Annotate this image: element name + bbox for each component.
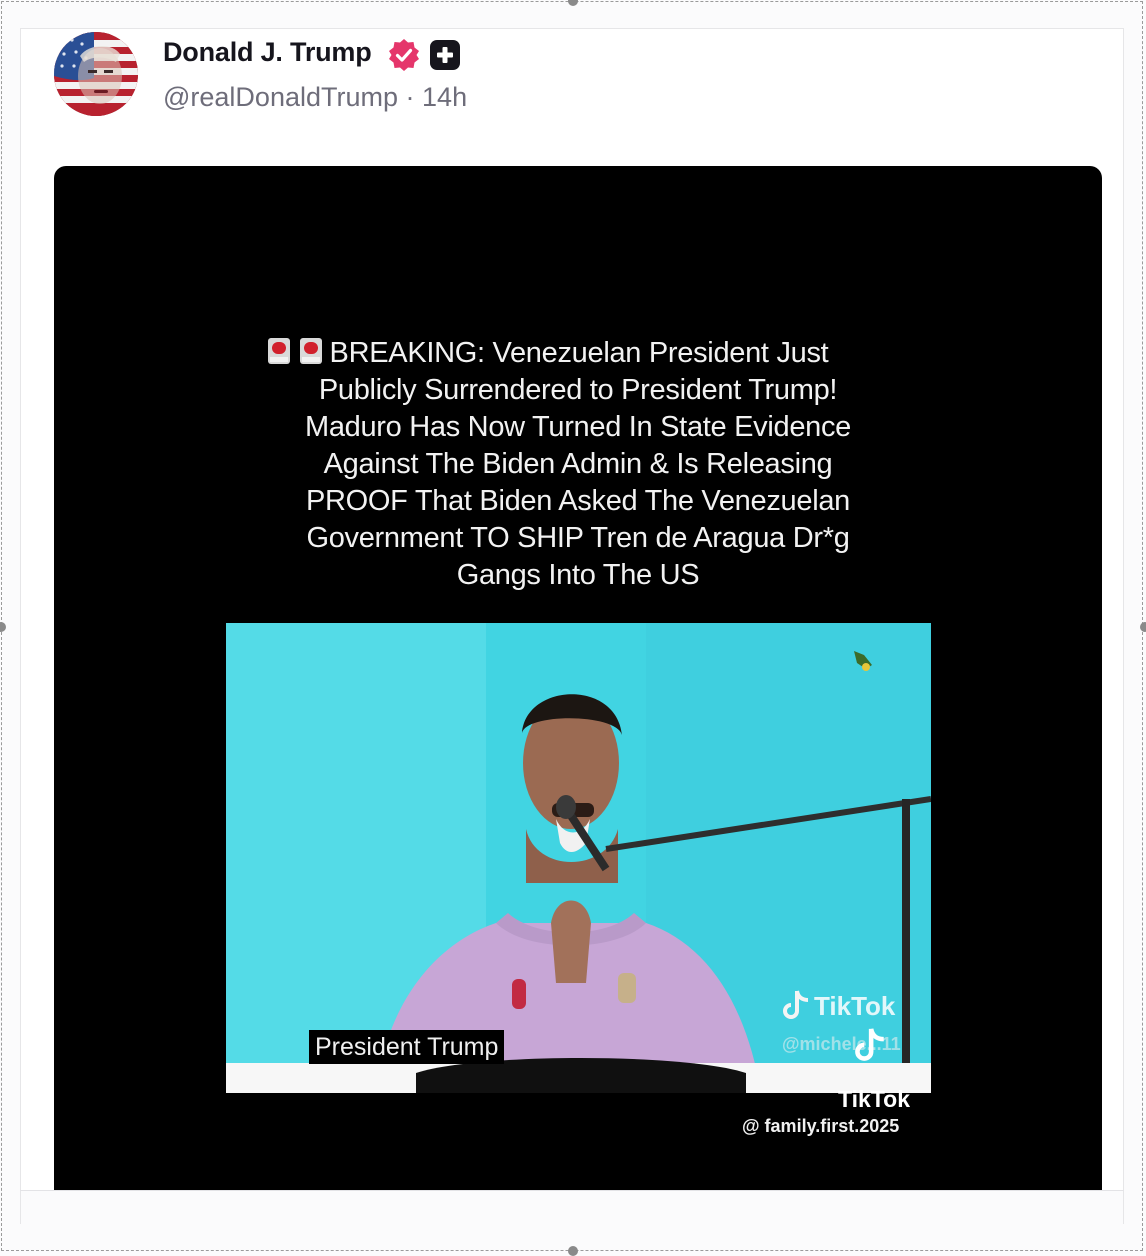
tiktok-handle: @ family.first.2025 xyxy=(742,1116,900,1136)
author-name[interactable]: Donald J. Trump xyxy=(163,37,372,68)
headline-line: Maduro Has Now Turned In State Evidence xyxy=(304,411,852,443)
video-caption: President Trump xyxy=(309,1030,505,1064)
plus-badge-icon xyxy=(430,40,460,70)
meta-separator: · xyxy=(405,82,415,112)
siren-icon xyxy=(299,338,322,364)
post-footer xyxy=(21,1191,1123,1224)
headline-line: Publicly Surrendered to President Trump! xyxy=(318,374,838,406)
tiktok-icon xyxy=(855,1028,884,1061)
resize-handle-bottom[interactable] xyxy=(568,1246,578,1256)
verified-badge-icon xyxy=(389,39,419,71)
headline-line: BREAKING: Venezuelan President Just xyxy=(265,332,891,372)
headline-line: Government TO SHIP Tren de Aragua Dr*g xyxy=(306,522,850,554)
tiktok-label: TikTok xyxy=(814,991,896,1021)
siren-icon xyxy=(267,338,290,364)
video-scene xyxy=(226,623,931,1093)
headline-line: Against The Biden Admin & Is Releasing xyxy=(323,448,833,480)
post-video[interactable]: BREAKING: Venezuelan President Just Publ… xyxy=(54,166,1102,1190)
headline-line: Gangs Into The US xyxy=(456,559,700,591)
headline-line: PROOF That Biden Asked The Venezuelan xyxy=(305,485,850,517)
author-avatar[interactable] xyxy=(54,32,138,116)
resize-handle-right[interactable] xyxy=(1140,622,1146,632)
author-handle[interactable]: @realDonaldTrump xyxy=(163,82,398,112)
post-timestamp[interactable]: 14h xyxy=(422,82,467,112)
tiktok-label: TikTok xyxy=(838,1086,910,1112)
video-frame xyxy=(226,623,931,1093)
tiktok-icon xyxy=(783,990,809,1019)
video-headline: BREAKING: Venezuelan President Just Publ… xyxy=(265,332,891,594)
avatar-image xyxy=(54,32,138,116)
author-meta: @realDonaldTrump · 14h xyxy=(163,82,467,113)
